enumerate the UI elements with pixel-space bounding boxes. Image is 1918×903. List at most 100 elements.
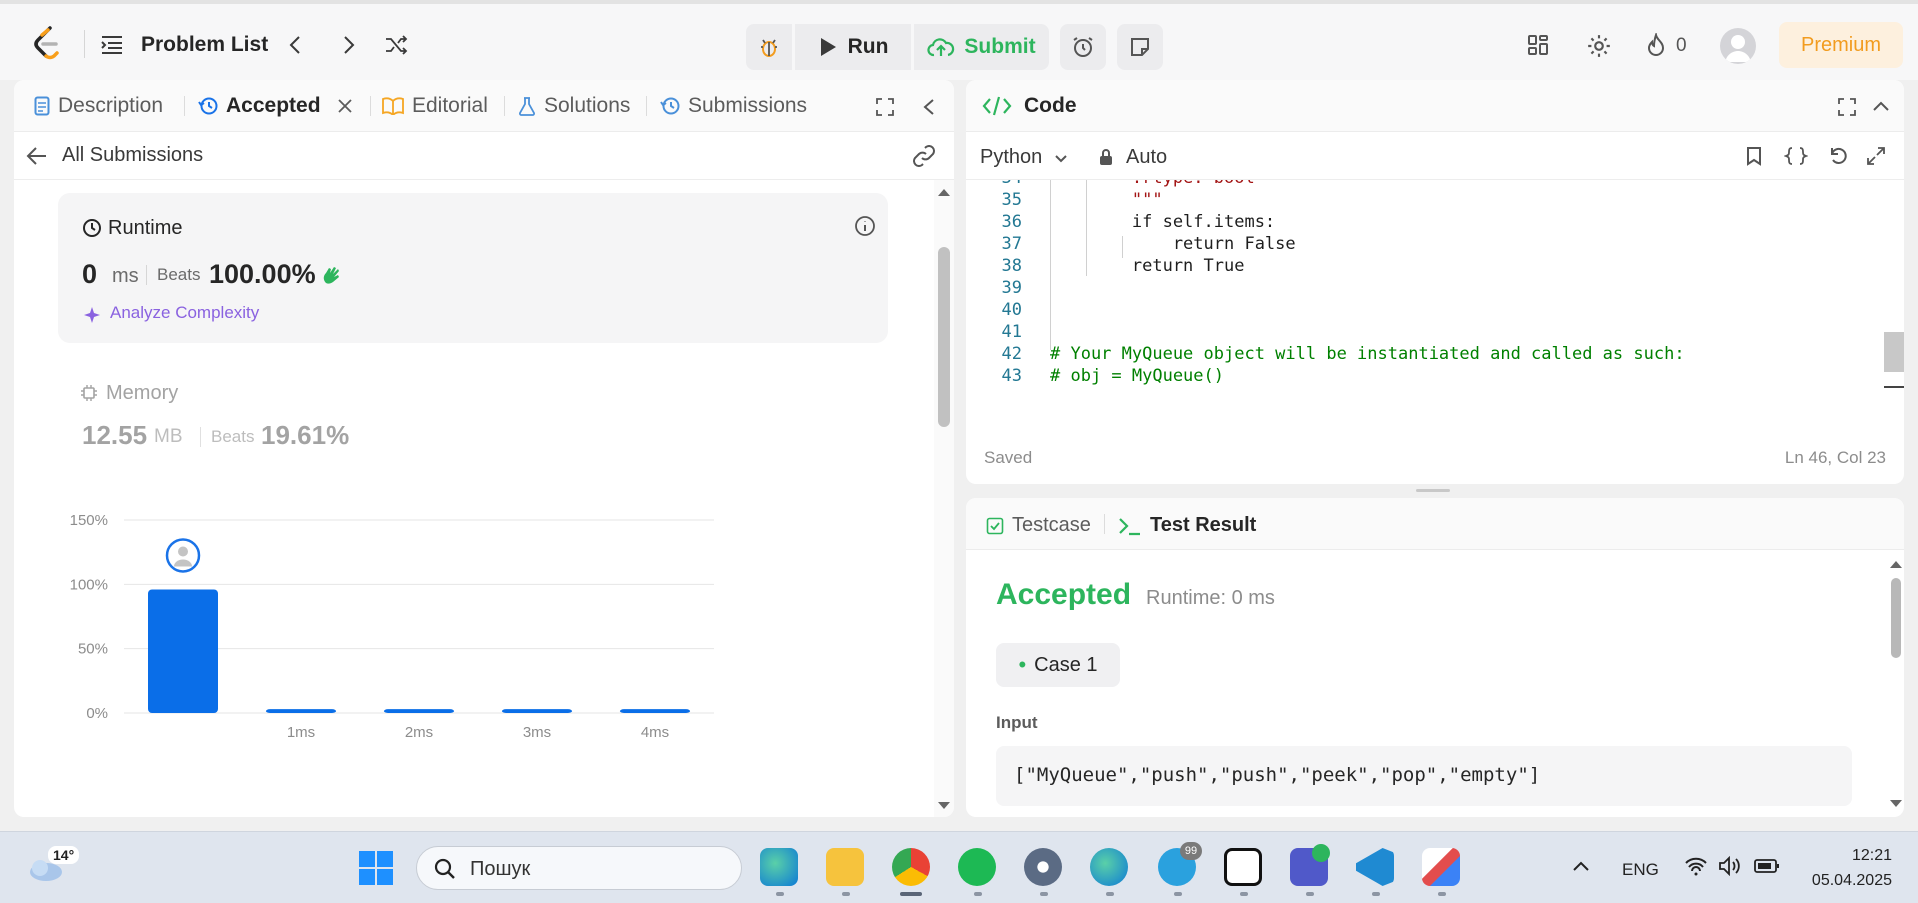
case-1-button[interactable]: • Case 1	[996, 643, 1120, 687]
maximize-icon[interactable]	[876, 98, 894, 116]
chrome-browser-icon[interactable]	[892, 848, 930, 886]
problem-list-icon[interactable]	[100, 34, 124, 56]
maximize-icon[interactable]	[1838, 98, 1856, 116]
weather-temperature[interactable]: 14°	[48, 846, 80, 864]
memory-divider	[200, 427, 201, 447]
input-language[interactable]: ENG	[1622, 860, 1659, 880]
tab-testcase-label: Testcase	[1012, 514, 1091, 536]
reset-icon[interactable]	[1828, 146, 1848, 166]
share-link-icon[interactable]	[911, 145, 937, 167]
notes-button[interactable]	[1117, 24, 1163, 70]
battery-icon[interactable]	[1754, 858, 1780, 874]
leetcode-logo-icon[interactable]	[32, 26, 62, 60]
chart-x-tick-label: 1ms	[287, 724, 315, 741]
debug-button[interactable]	[746, 24, 792, 70]
close-icon[interactable]	[337, 98, 353, 114]
file-explorer-icon[interactable]	[826, 848, 864, 886]
scroll-down-icon[interactable]	[1888, 798, 1904, 810]
input-value: ["MyQueue","push","push","peek","pop","e…	[996, 746, 1852, 806]
runtime-card[interactable]: Runtime 0 ms Beats 100.00% Analyze Compl…	[58, 193, 888, 343]
test-result-panel: Testcase Test Result Accepted Runtime: 0…	[966, 498, 1904, 817]
next-problem-icon[interactable]	[336, 33, 360, 57]
line-number: 38	[1001, 256, 1022, 276]
collapse-left-icon[interactable]	[922, 98, 936, 116]
tab-submissions[interactable]: Submissions	[660, 94, 807, 118]
code-editor[interactable]: 34 :rtype: bool 35 """ 36 if self.items:…	[966, 180, 1904, 430]
memory-unit: MB	[154, 426, 183, 447]
prev-problem-icon[interactable]	[284, 33, 308, 57]
all-submissions-link[interactable]: All Submissions	[62, 144, 203, 167]
memory-beats-label: Beats	[211, 427, 255, 446]
problem-list-link[interactable]: Problem List	[141, 33, 268, 57]
settings-gear-icon[interactable]	[1586, 33, 1612, 59]
vscode-icon[interactable]	[1356, 848, 1394, 886]
auto-mode-label[interactable]: Auto	[1126, 146, 1167, 169]
wifi-icon[interactable]	[1684, 856, 1708, 876]
clock-time[interactable]: 12:21	[1818, 847, 1892, 865]
chart-bar	[148, 589, 218, 713]
submission-bar: All Submissions	[14, 132, 954, 180]
snipping-tool-icon[interactable]	[1422, 848, 1460, 886]
scroll-up-icon[interactable]	[936, 186, 952, 198]
code-title: Code	[1024, 94, 1077, 117]
play-icon	[820, 38, 836, 56]
windows-start-icon[interactable]	[358, 850, 394, 886]
test-scrollbar-thumb[interactable]	[1891, 578, 1901, 658]
chart-y-tick-label: 50%	[78, 641, 108, 658]
chevron-down-icon[interactable]	[1054, 154, 1068, 164]
test-tab-bar: Testcase Test Result	[966, 498, 1904, 550]
app-running-indicator	[1438, 892, 1446, 896]
analyze-complexity-link[interactable]: Analyze Complexity	[110, 303, 259, 323]
run-button[interactable]: Run	[795, 24, 911, 70]
runtime-beats-value: 100.00%	[209, 259, 316, 289]
memory-title[interactable]: Memory	[106, 382, 178, 405]
streak-fire-icon[interactable]	[1645, 33, 1667, 57]
terminal-icon	[1119, 517, 1140, 535]
clock-date[interactable]: 05.04.2025	[1800, 872, 1892, 890]
panel-resize-handle[interactable]	[1416, 489, 1450, 492]
code-scrollbar-thumb[interactable]	[1884, 332, 1904, 372]
expand-icon[interactable]	[1866, 146, 1886, 166]
taskbar-search-placeholder[interactable]: Пошук	[470, 858, 530, 881]
user-avatar[interactable]	[1720, 28, 1756, 64]
tab-accepted[interactable]: Accepted	[198, 94, 353, 118]
code-panel-header: Code	[966, 80, 1904, 132]
premium-button[interactable]: Premium	[1779, 22, 1903, 68]
chevron-up-icon[interactable]	[1872, 100, 1890, 112]
tab-test-result[interactable]: Test Result	[1118, 514, 1256, 537]
scroll-up-icon[interactable]	[1888, 558, 1904, 570]
bookmark-icon[interactable]	[1746, 146, 1762, 166]
scroll-down-icon[interactable]	[936, 800, 952, 812]
tab-editorial[interactable]: Editorial	[382, 94, 488, 118]
info-icon[interactable]	[854, 215, 876, 237]
app-running-indicator	[974, 892, 982, 896]
taskbar-search-box[interactable]	[416, 846, 742, 890]
timer-button[interactable]	[1060, 24, 1106, 70]
edge-browser-icon[interactable]	[760, 848, 798, 886]
tab-solutions[interactable]: Solutions	[518, 94, 630, 118]
tab-solutions-label: Solutions	[544, 94, 631, 117]
language-selector[interactable]: Python	[980, 146, 1042, 169]
submit-button[interactable]: Submit	[914, 24, 1049, 70]
layout-grid-icon[interactable]	[1526, 33, 1550, 57]
volume-icon[interactable]	[1718, 856, 1742, 876]
cloud-upload-icon	[927, 38, 955, 57]
top-navbar: Problem List Run Submit 0 Premium	[0, 0, 1918, 80]
shuffle-icon[interactable]	[384, 33, 408, 57]
format-braces-icon[interactable]	[1784, 146, 1808, 166]
settings-app-icon[interactable]	[1024, 848, 1062, 886]
code-panel: Code Python Auto 34 :rtype: bool 35 """ …	[966, 80, 1904, 484]
tab-testcase[interactable]: Testcase	[986, 514, 1091, 537]
back-arrow-icon[interactable]	[26, 146, 48, 166]
left-scrollbar-thumb[interactable]	[938, 247, 950, 427]
user-marker-head-icon	[178, 546, 188, 557]
chevron-up-icon[interactable]	[1572, 860, 1590, 872]
chart-x-tick-label: 2ms	[405, 724, 433, 741]
edge-profile-icon[interactable]	[1090, 848, 1128, 886]
alarm-clock-icon	[1073, 37, 1093, 57]
spotify-icon[interactable]	[958, 848, 996, 886]
tab-description[interactable]: Description	[34, 94, 163, 118]
line-number: 43	[1001, 366, 1022, 386]
line-text: """	[1050, 190, 1163, 210]
notion-icon[interactable]	[1224, 848, 1262, 886]
